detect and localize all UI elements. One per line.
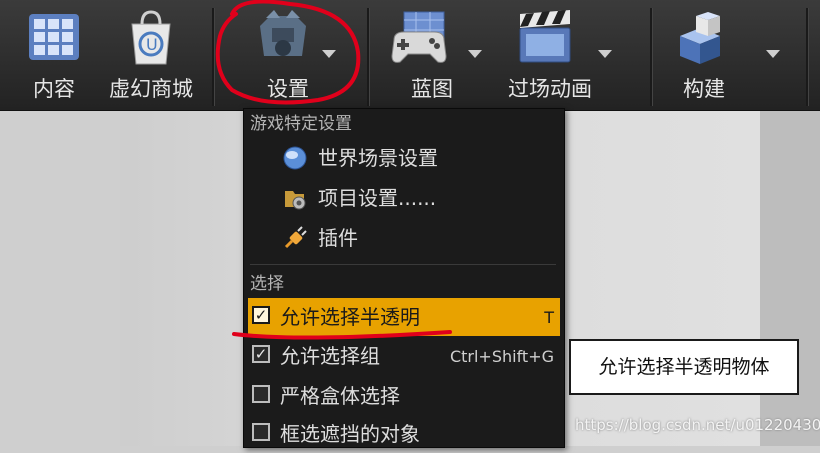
checkbox-checked-icon[interactable]: ✓ <box>252 306 270 324</box>
toolbar-settings-button[interactable]: 设置 <box>238 0 350 110</box>
menu-item-shortcut: T <box>544 308 554 327</box>
cinematics-dropdown-arrow-icon[interactable] <box>598 50 612 58</box>
menu-item-label: 项目设置...... <box>318 186 437 210</box>
tooltip-translucent-selection: 允许选择半透明物体 <box>569 339 799 395</box>
menu-item-label: 插件 <box>318 226 358 250</box>
menu-item-label: 允许选择组 <box>280 344 380 368</box>
cinematics-clapper-icon <box>519 10 571 63</box>
settings-gear-icon <box>260 10 306 56</box>
menu-item-label: 允许选择半透明 <box>280 305 420 329</box>
menu-item-shortcut: Ctrl+Shift+G <box>449 347 554 366</box>
main-toolbar: 内容 U 虚幻商城 设置 蓝图 过场动画 构建 <box>0 0 820 111</box>
menu-item-project-settings[interactable]: 项目设置...... <box>248 179 560 217</box>
toolbar-settings-label: 设置 <box>267 77 309 101</box>
viewport-wall-left <box>0 111 120 446</box>
menu-item-allow-translucent-selection[interactable]: ✓ 允许选择半透明 T <box>248 298 560 336</box>
checkbox-unchecked-icon[interactable] <box>252 385 270 403</box>
toolbar-build-button[interactable]: 构建 <box>664 0 780 110</box>
checkbox-checked-icon[interactable]: ✓ <box>252 345 270 363</box>
watermark-url: https://blog.csdn.net/u012204304 <box>575 416 820 434</box>
menu-item-label: 严格盒体选择 <box>280 384 400 408</box>
toolbar-separator <box>806 8 809 106</box>
project-settings-icon <box>285 191 306 210</box>
toolbar-blueprint-button[interactable]: 蓝图 <box>384 0 494 110</box>
menu-section-game-settings: 游戏特定设置 <box>250 114 352 134</box>
blueprint-gamepad-icon <box>391 11 447 63</box>
viewport-wall-right <box>760 111 820 446</box>
menu-item-world-settings[interactable]: 世界场景设置 <box>248 139 560 177</box>
world-globe-icon <box>283 146 307 170</box>
plugin-icon <box>284 226 307 249</box>
toolbar-content-label: 内容 <box>33 77 75 101</box>
svg-text:U: U <box>146 35 158 54</box>
menu-item-select-occluded-objects[interactable]: 框选遮挡的对象 <box>248 415 560 453</box>
settings-dropdown-arrow-icon[interactable] <box>322 50 336 58</box>
blueprint-dropdown-arrow-icon[interactable] <box>468 50 482 58</box>
checkbox-unchecked-icon[interactable] <box>252 423 270 441</box>
build-blocks-icon <box>680 12 720 64</box>
menu-item-strict-box-selection[interactable]: 严格盒体选择 <box>248 377 560 415</box>
build-dropdown-arrow-icon[interactable] <box>766 50 780 58</box>
toolbar-cinematics-label: 过场动画 <box>508 77 592 101</box>
toolbar-cinematics-button[interactable]: 过场动画 <box>502 0 620 110</box>
menu-item-allow-group-selection[interactable]: ✓ 允许选择组 Ctrl+Shift+G <box>248 337 560 375</box>
toolbar-blueprint-label: 蓝图 <box>411 77 453 101</box>
menu-section-selection: 选择 <box>250 274 284 294</box>
content-grid-icon <box>29 14 79 60</box>
toolbar-marketplace-label: 虚幻商城 <box>109 77 193 101</box>
menu-item-label: 框选遮挡的对象 <box>280 422 420 446</box>
settings-dropdown-menu: 游戏特定设置 世界场景设置 项目设置...... 插件 选择 ✓ 允许选择半透明… <box>243 108 565 448</box>
toolbar-content-button[interactable]: 内容 <box>14 0 94 110</box>
toolbar-separator <box>212 8 215 106</box>
menu-divider <box>250 264 556 265</box>
toolbar-marketplace-button[interactable]: U 虚幻商城 <box>104 0 198 110</box>
menu-item-plugins[interactable]: 插件 <box>248 219 560 257</box>
marketplace-bag-icon: U <box>131 10 171 65</box>
toolbar-build-label: 构建 <box>683 77 725 101</box>
menu-item-label: 世界场景设置 <box>318 146 438 170</box>
